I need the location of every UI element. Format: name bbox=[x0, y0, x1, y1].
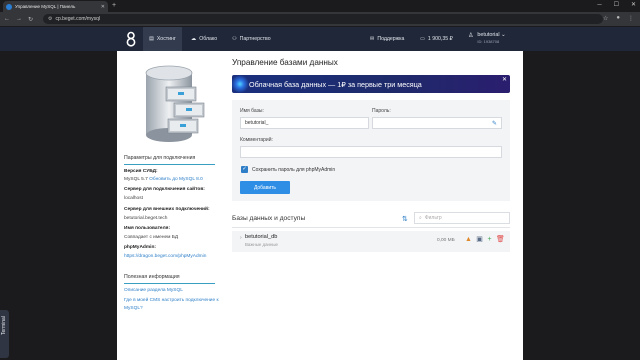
expand-chevron-icon[interactable]: › bbox=[240, 235, 242, 241]
cms-connection-link[interactable]: Где в моей CMS настроить подключение к M… bbox=[124, 297, 224, 312]
nav-hosting[interactable]: ▤ Хостинг bbox=[143, 27, 182, 51]
promo-banner[interactable]: Облачная база данных — 1₽ за первые три … bbox=[232, 75, 510, 93]
nav-hosting-label: Хостинг bbox=[156, 36, 176, 42]
support-label: Поддержка bbox=[377, 36, 405, 42]
promo-text: Облачная база данных — 1₽ за первые три … bbox=[249, 80, 422, 89]
reload-icon[interactable]: ↻ bbox=[28, 16, 33, 23]
database-comment: Важные данные bbox=[245, 242, 279, 247]
user-name: betutorial bbox=[477, 32, 500, 38]
save-password-label[interactable]: Сохранить пароль для phpMyAdmin bbox=[252, 167, 335, 173]
maximize-icon[interactable]: ☐ bbox=[614, 0, 619, 11]
partners-icon: ⚇ bbox=[232, 36, 237, 42]
db-user-value: Совпадает с именем БД bbox=[124, 235, 179, 240]
db-user-label: Имя пользователя: bbox=[124, 226, 171, 231]
upgrade-mysql-link[interactable]: Обновить до MySQL 8.0 bbox=[149, 177, 203, 182]
list-divider bbox=[232, 227, 510, 228]
site-server-label: Сервер для подключения сайтов: bbox=[124, 187, 205, 192]
site-server-value: localhost bbox=[124, 196, 143, 201]
database-size: 0,00 МБ bbox=[437, 238, 455, 243]
section-divider bbox=[124, 164, 215, 165]
page-title: Управление базами данных bbox=[232, 58, 338, 67]
sort-icon[interactable]: ⇅ bbox=[402, 215, 408, 223]
wallet-icon: ▭ bbox=[420, 36, 425, 42]
external-server-value: betutorial.beget.tech bbox=[124, 216, 168, 221]
browser-tabbar: Управление MySQL | Панель ✕ + ─ ☐ ✕ bbox=[0, 0, 640, 12]
password-input[interactable]: ✎ bbox=[372, 117, 502, 129]
terminal-label: Terminal bbox=[1, 316, 7, 335]
support-link[interactable]: ✉ Поддержка bbox=[370, 27, 404, 51]
database-illustration-icon bbox=[145, 65, 205, 142]
user-menu[interactable]: ♙ betutorial ⌄ ID: 1938708 bbox=[468, 32, 506, 44]
tab-close-icon[interactable]: ✕ bbox=[101, 4, 105, 10]
browser-tab[interactable]: Управление MySQL | Панель ✕ bbox=[3, 1, 108, 12]
password-label: Пароль: bbox=[372, 108, 391, 114]
server-icon: ▤ bbox=[149, 36, 154, 42]
back-icon[interactable]: ← bbox=[4, 16, 10, 22]
phpmyadmin-link[interactable]: https://dragon.beget.com/phpMyAdmin bbox=[124, 254, 206, 259]
site-info-icon[interactable]: ⚙ bbox=[48, 16, 52, 22]
section-divider bbox=[124, 283, 215, 284]
dbms-version-label: Версия СУБД: bbox=[124, 169, 158, 174]
nav-cloud-label: Облако bbox=[199, 36, 218, 42]
dbms-version-value: MySQL 5.7 Обновить до MySQL 8.0 bbox=[124, 177, 203, 182]
new-tab-icon[interactable]: + bbox=[112, 1, 116, 11]
balance-value: 1 900,35 ₽ bbox=[427, 36, 453, 42]
filter-placeholder: Фильтр bbox=[424, 215, 442, 221]
browser-toolbar: ← → ↻ ⚙ cp.beget.com/mysql ☆ ● ⋮ bbox=[0, 12, 640, 26]
connection-params-title: Параметры для подключения bbox=[124, 155, 196, 161]
phpmyadmin-label: phpMyAdmin: bbox=[124, 245, 156, 250]
useful-info-title: Полезная информация bbox=[124, 274, 180, 280]
search-icon: ⌕ bbox=[419, 215, 422, 221]
cloud-icon: ☁ bbox=[191, 36, 197, 42]
db-name-input[interactable]: betutorial_ bbox=[240, 117, 369, 129]
url-text: cp.beget.com/mysql bbox=[55, 16, 100, 22]
user-icon: ♙ bbox=[468, 33, 474, 39]
close-icon[interactable]: ✕ bbox=[502, 76, 507, 83]
generate-password-icon[interactable]: ✎ bbox=[492, 120, 497, 127]
backup-icon[interactable]: ▲ bbox=[465, 236, 472, 243]
mysql-docs-link[interactable]: Описание раздела MySQL bbox=[124, 287, 224, 295]
nav-partners-label: Партнерство bbox=[239, 36, 271, 42]
browser-actions: ☆ ● ⋮ bbox=[603, 15, 634, 22]
save-password-checkbox[interactable]: ✓ bbox=[241, 166, 248, 173]
browser-menu-icon[interactable]: ⋮ bbox=[628, 15, 634, 22]
chevron-down-icon: ⌄ bbox=[501, 32, 506, 38]
balance[interactable]: ▭ 1 900,35 ₽ bbox=[420, 27, 453, 51]
add-database-button[interactable]: Добавить bbox=[240, 181, 290, 194]
nav-partners[interactable]: ⚇ Партнерство bbox=[232, 27, 271, 51]
add-access-icon[interactable]: + bbox=[486, 236, 493, 243]
window-close-icon[interactable]: ✕ bbox=[631, 0, 636, 11]
beget-logo-icon[interactable] bbox=[126, 31, 136, 47]
window-controls: ─ ☐ ✕ bbox=[597, 0, 636, 11]
databases-list-title: Базы данных и доступы bbox=[232, 215, 306, 222]
site-header: ▤ Хостинг ☁ Облако ⚇ Партнерство ✉ Подде… bbox=[0, 27, 640, 51]
nav-cloud[interactable]: ☁ Облако bbox=[191, 27, 217, 51]
user-id: ID: 1938708 bbox=[477, 39, 500, 44]
site-favicon-icon bbox=[6, 3, 12, 10]
comment-input[interactable] bbox=[240, 146, 502, 158]
tab-title: Управление MySQL | Панель bbox=[15, 4, 76, 9]
external-server-label: Сервер для внешних подключений: bbox=[124, 207, 210, 212]
delete-icon[interactable]: 🗑 bbox=[496, 236, 505, 243]
profile-icon[interactable]: ● bbox=[616, 15, 620, 22]
db-name-label: Имя базы: bbox=[240, 108, 264, 114]
address-bar[interactable]: ⚙ cp.beget.com/mysql bbox=[43, 14, 604, 24]
database-name: betutorial_db bbox=[245, 234, 278, 240]
db-name-value: betutorial_ bbox=[245, 120, 269, 126]
forward-icon[interactable]: → bbox=[16, 16, 22, 22]
bookmark-star-icon[interactable]: ☆ bbox=[603, 15, 608, 22]
dbms-version-text: MySQL 5.7 bbox=[124, 177, 148, 182]
comment-label: Комментарий: bbox=[240, 137, 273, 143]
minimize-icon[interactable]: ─ bbox=[597, 0, 601, 11]
phpmyadmin-icon[interactable]: ▣ bbox=[476, 236, 483, 243]
filter-input[interactable]: ⌕ Фильтр bbox=[414, 212, 510, 224]
support-icon: ✉ bbox=[370, 36, 375, 42]
